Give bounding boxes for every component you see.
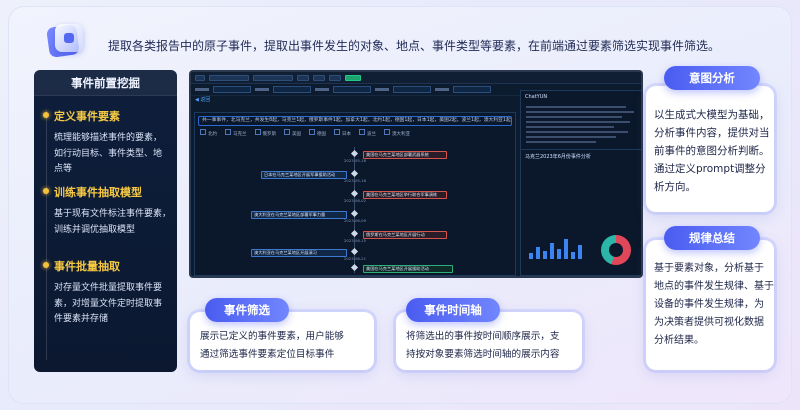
rule-summary-callout: 基于要素对象，分析基于 地点的事件发生规律、基于 设备的事件发生规律，为 为决策… [646,240,774,370]
chart-title: 马克兰2023年6月份事件分析 [521,149,641,163]
callout-line: 展示已定义的事件要素，用户能够 [200,331,344,342]
sidebar-title: 事件前置挖掘 [34,70,177,96]
section-line: 训练并调优抽取模型 [54,224,136,235]
sidebar-section-train: 训练事件抽取模型 基于现有文件标注事件要素， 训练并调优抽取模型 [43,184,172,238]
section-line: 件要素并存储 [54,314,109,324]
event-card[interactable]: 美国在马克兰某地区开展援助活动 [363,265,453,273]
callout-line: 为决策者提供可视化数据 [654,317,764,328]
callout-line: 通过筛选事件要素定位目标事件 [200,349,335,360]
section-line: 点等 [54,164,73,174]
callout-line: 析方向。 [654,181,696,193]
section-line: 素，对增量文件定时提取事 [54,298,163,309]
callout-line: 持按对象要素筛选时间轴的展示内容 [406,349,560,360]
callout-line: 地点的事件发生规律、基于 [654,281,774,292]
sidebar-section-define: 定义事件要素 梳理能够描述事件的要素， 如行动目标、事件类型、地 点等 [43,108,172,178]
app-screenshot: ◀ 返回 共一事事件，北马克兰，共发生8起，马克兰1起，俄罗斯事件1起，加拿大1… [189,70,643,278]
object-checkbox[interactable]: 马克兰 [225,129,247,137]
toolbar-chip[interactable] [329,74,341,81]
rule-summary-title: 规律总结 [664,226,760,250]
analysis-panel: ChatYUN 马克兰2023年6月份事件分析 [520,90,641,276]
event-card[interactable]: 日本在马克兰某地区开展军事援助活动 [261,171,347,179]
filter-select[interactable] [273,86,311,93]
event-card[interactable]: 澳大利亚在马克兰某地区部署军事力量 [251,211,347,219]
toolbar-chip[interactable] [195,74,205,81]
toolbar-chip[interactable] [297,74,309,81]
section-heading: 定义事件要素 [54,110,120,123]
event-card[interactable]: 美国在马克兰某地区举行联合军事演练 [363,191,447,199]
event-card[interactable]: 美国在马克兰某地区部署武器系统 [363,151,447,159]
event-filter-title: 事件筛选 [205,298,289,322]
object-checkbox[interactable]: 德国 [309,129,326,137]
timeline-node-icon [350,229,359,238]
object-checkbox[interactable]: 北约 [200,129,217,137]
event-card[interactable]: 澳大利亚在马克兰某地区开展演习 [251,249,347,257]
chat-panel-title: ChatYUN [525,94,548,100]
callout-line: 设备的事件发生规律，为 [654,299,764,310]
object-checkbox[interactable]: 日本 [334,129,351,137]
callout-line: 基于要素对象，分析基于 [654,263,764,274]
bullet-dot-icon [43,262,49,268]
intent-analysis-title: 意图分析 [664,66,760,90]
section-line: 基于现有文件标注事件要素， [54,209,172,219]
object-checkbox[interactable]: 澳大利亚 [384,129,410,137]
event-bar-chart [529,237,582,259]
event-timeline-panel: 共一事事件，北马克兰，共发生8起，马克兰1起，俄罗斯事件1起，加拿大1起，北约1… [194,112,516,276]
callout-line: 将筛选出的事件按时间顺序展示，支 [406,331,560,342]
callout-line: 分析事件内容，提供对当 [654,127,770,139]
callout-line: 通过定义prompt调整分 [654,163,766,175]
sidebar-section-batch: 事件批量抽取 对存量文件批量提取事件要 素，对增量文件定时提取事 件要素并存储 [43,258,172,328]
filter-select[interactable] [213,86,251,93]
event-summary-line: 共一事事件，北马克兰，共发生8起，马克兰1起，俄罗斯事件1起，加拿大1起，北约1… [198,116,512,126]
callout-line: 以生成式大模型为基础， [654,109,770,121]
sidebar-timeline-line [46,110,47,360]
timeline-node-icon [350,189,359,198]
toolbar-chip[interactable] [313,74,325,81]
timeline-node-icon [350,149,359,158]
object-checkbox[interactable]: 俄罗斯 [255,129,277,137]
timeline-node-icon [350,209,359,218]
bullet-dot-icon [43,188,49,194]
date-start-field[interactable] [209,74,249,81]
filter-select[interactable] [393,86,431,93]
callout-line: 前事件的意图分析判断。 [654,145,770,157]
callout-line: 分析结果。 [654,335,704,346]
filter-select[interactable] [333,86,371,93]
object-checkbox[interactable]: 美国 [284,129,301,137]
section-heading: 事件批量抽取 [54,260,120,273]
intent-analysis-callout: 以生成式大模型为基础， 分析事件内容，提供对当 前事件的意图分析判断。 通过定义… [646,86,774,212]
timeline-node-icon [350,247,359,256]
object-filter-checkboxes: 北约 马克兰 俄罗斯 美国 德国 日本 波兰 澳大利亚 [195,126,515,140]
event-donut-chart [601,235,631,265]
section-line: 梳理能够描述事件的要素， [54,133,163,143]
sidebar-panel: 事件前置挖掘 定义事件要素 梳理能够描述事件的要素， 如行动目标、事件类型、地 … [34,70,177,372]
section-line: 对存量文件批量提取事件要 [54,283,163,293]
timeline-node-icon [350,263,359,272]
stacked-cards-logo-icon [46,22,84,58]
section-line: 如行动目标、事件类型、地 [54,148,163,159]
object-checkbox[interactable]: 波兰 [359,129,376,137]
event-timeline-title: 事件时间轴 [406,298,500,322]
timeline-node-icon [350,169,359,178]
event-card[interactable]: 俄罗斯在马克兰某地区开展行动 [363,231,447,239]
date-end-field[interactable] [253,74,293,81]
app-top-toolbar [191,72,641,84]
bullet-dot-icon [43,112,49,118]
filter-select[interactable] [453,86,491,93]
section-heading: 训练事件抽取模型 [54,186,142,199]
header-description: 提取各类报告中的原子事件，提取出事件发生的对象、地点、事件类型等要素，在前端通过… [108,39,721,53]
confirm-button[interactable] [345,74,361,81]
